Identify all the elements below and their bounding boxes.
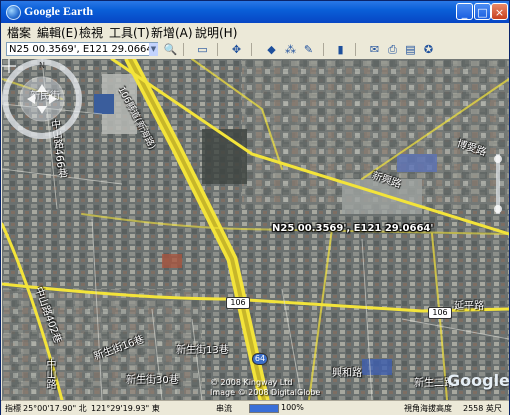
road-shield-106: 106 [226,297,250,309]
maximize-button[interactable]: □ [474,3,491,20]
street-label: 興和路 [332,368,362,379]
toolbar-separator [183,43,184,56]
minimize-button[interactable]: _ [456,3,473,20]
menu-help[interactable]: 說明(H) [195,24,237,41]
toolbar-separator [323,43,324,56]
close-button[interactable]: × [491,3,508,20]
search-icon[interactable]: 🔍 [163,42,178,57]
google-logo: Google [447,371,509,390]
hand-icon[interactable]: ✥ [229,42,244,57]
sky-icon[interactable]: ✪ [421,42,436,57]
zoom-slider[interactable] [492,154,504,214]
menu-view[interactable]: 檢視 [79,24,103,41]
street-label: 新生街13巷 [176,345,229,356]
copyright-line: © 2008 Kingway Ltd [210,378,293,387]
street-label: 延平路 [454,301,484,312]
polygon-icon[interactable]: ⁂ [283,42,298,57]
ruler-icon[interactable]: ▮ [333,42,348,57]
search-input[interactable]: N25 00.3569', E121 29.0664' [6,42,158,56]
copyright-line: Image © 2008 DigitalGlobe [210,388,321,397]
app-icon [6,5,21,20]
toolbar-separator [251,43,252,56]
google-earth-window: Google Earth _ □ × 檔案 編輯(E) 檢視 工具(T) 新增(… [0,0,510,415]
streaming-progress-fill [250,405,278,412]
menu-file[interactable]: 檔案 [7,24,31,41]
status-streaming-label: 串流 [216,404,232,413]
map-view[interactable]: 106 106 64 新民街 中山路466巷 中山路402巷 新興路 延平路 新… [2,59,509,400]
email-icon[interactable]: ✉ [367,42,382,57]
menu-add[interactable]: 新增(A) [151,24,193,41]
road-shield-106: 106 [428,307,452,319]
menu-tools[interactable]: 工具(T) [109,24,150,41]
svg-text:N: N [39,61,45,70]
status-longitude: 121°29'19.93" 東 [91,404,160,413]
status-latitude: 25°00'17.90" 北 [23,404,87,413]
print-icon[interactable]: ⎙ [385,42,400,57]
status-altitude: 2558 英尺 [463,404,502,413]
title-bar[interactable]: Google Earth _ □ × [1,1,509,23]
road-shield-64: 64 [252,353,268,365]
status-altitude-label: 視角海拔高度 [404,404,452,413]
copyright-notice: © 2008 Kingway Ltd Image © 2008 DigitalG… [210,378,320,398]
toolbar-separator [217,43,218,56]
status-progress: 100% [281,403,304,412]
toolbar: N25 00.3569', E121 29.0664' ▼ 🔍 ▭ ✥ ◆ ⁂ … [1,41,509,59]
sidebar-icon[interactable]: ▭ [195,42,210,57]
streaming-progress [249,404,279,413]
street-label: 新生街30巷 [126,375,179,386]
street-label: 中山路 [44,359,55,389]
menu-bar: 檔案 編輯(E) 檢視 工具(T) 新增(A) 說明(H) [1,23,509,41]
status-bar: 指標 25°00'17.90" 北 121°29'19.93" 東 串流 100… [1,400,509,415]
dropdown-icon[interactable]: ▼ [149,43,158,56]
crosshair-coordinates: N25 00.3569', E121 29.0664' [272,223,434,234]
map-icon[interactable]: ▤ [403,42,418,57]
status-pointer-label: 指標 [5,404,21,413]
toolbar-separator [355,43,356,56]
placemark-icon[interactable]: ◆ [264,42,279,57]
path-icon[interactable]: ✎ [301,42,316,57]
window-title: Google Earth [24,4,93,18]
menu-edit[interactable]: 編輯(E) [37,24,78,41]
navigation-control[interactable]: N [2,59,82,139]
